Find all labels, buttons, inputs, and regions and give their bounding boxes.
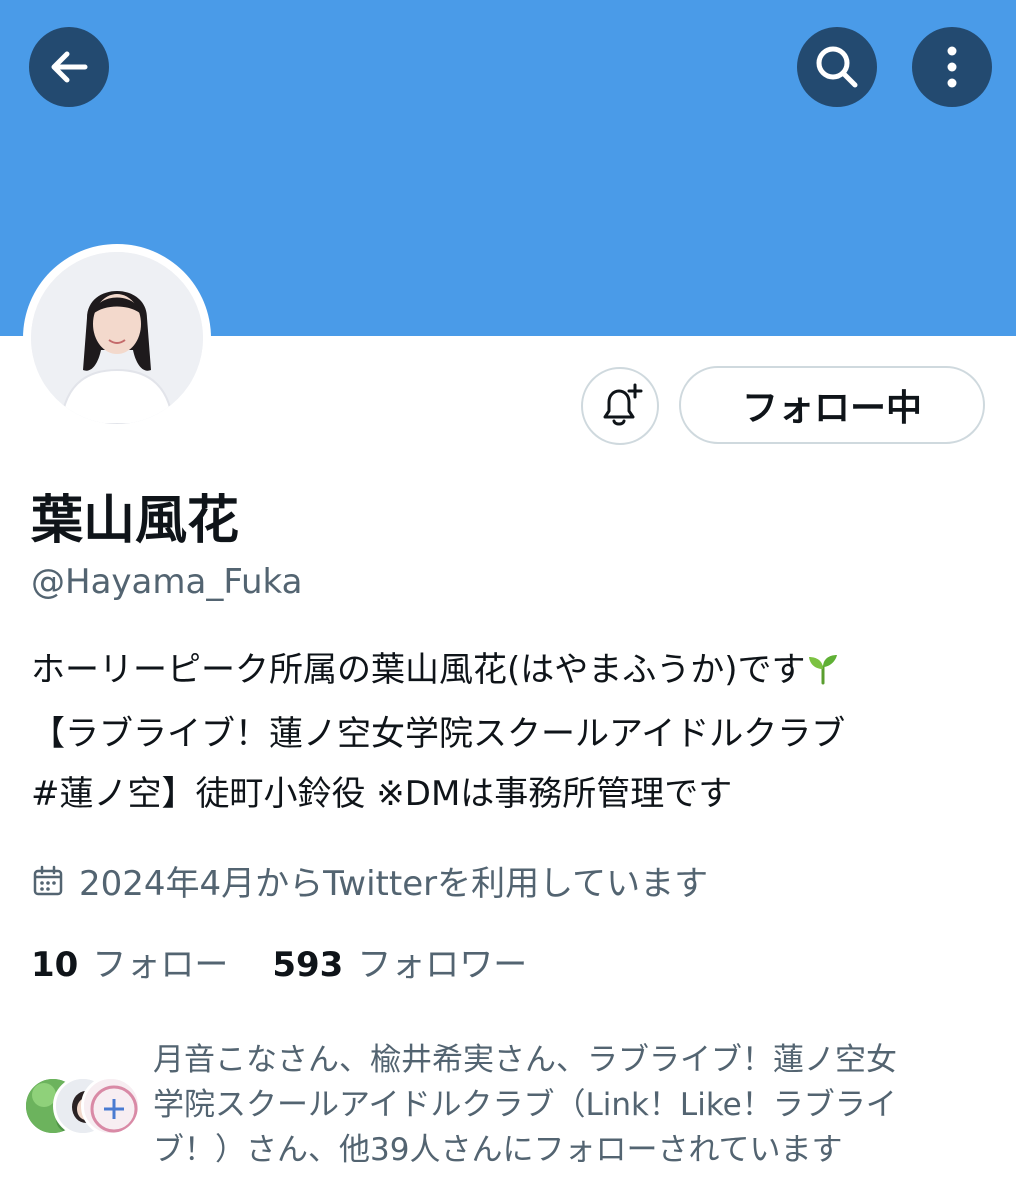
join-date: 2024年4月からTwitterを利用しています [31, 856, 708, 905]
back-button[interactable] [29, 27, 109, 107]
bell-plus-icon [603, 383, 643, 426]
display-name: 葉山風花 [31, 491, 240, 551]
followers-label: フォロワー [357, 945, 528, 985]
bio-line: ホーリーピーク所属の葉山風花(はやまふうか)です [31, 640, 991, 704]
notification-button[interactable] [581, 367, 659, 445]
profile-avatar[interactable] [23, 244, 211, 432]
followers-count: 593 [272, 945, 344, 985]
arrow-left-icon [51, 51, 88, 83]
user-handle: @Hayama_Fuka [31, 562, 303, 602]
profile-bio: ホーリーピーク所属の葉山風花(はやまふうか)です 【ラブライブ！蓮ノ空女学院スク… [31, 640, 991, 824]
following-count: 10 [31, 945, 79, 985]
calendar-icon [31, 864, 65, 898]
following-link[interactable]: 10 フォロー [31, 937, 228, 986]
bio-line: 【ラブライブ！蓮ノ空女学院スクールアイドルクラブ [31, 714, 846, 754]
followers-you-know[interactable]: 月音こなさん、楡井希実さん、ラブライブ！蓮ノ空女 学院スクールアイドルクラブ（L… [23, 1038, 1003, 1178]
following-button-label: フォロー中 [741, 388, 922, 429]
following-button[interactable]: フォロー中 [679, 366, 985, 444]
more-button[interactable] [912, 27, 992, 107]
join-date-text: 2024年4月からTwitterを利用しています [79, 864, 709, 904]
search-button[interactable] [797, 27, 877, 107]
search-icon [816, 46, 858, 88]
mutual-avatar [81, 1076, 141, 1136]
avatar-portrait [31, 252, 203, 424]
avatar-photo [31, 252, 203, 424]
follow-counts: 10 フォロー 593 フォロワー [31, 937, 527, 986]
followers-link[interactable]: 593 フォロワー [272, 937, 527, 986]
followed-by-text: 月音こなさん、楡井希実さん、ラブライブ！蓮ノ空女 学院スクールアイドルクラブ（L… [153, 1042, 897, 1168]
mutual-avatars [23, 1076, 143, 1138]
profile-page: フォロー中 葉山風花 @Hayama_Fuka ホーリーピーク所属の葉山風花(は… [0, 0, 1016, 1200]
bio-line: #蓮ノ空】徒町小鈴役 ※DMは事務所管理です [31, 774, 733, 814]
following-label: フォロー [92, 945, 229, 985]
more-vertical-icon [947, 46, 957, 88]
seedling-icon [806, 644, 840, 704]
